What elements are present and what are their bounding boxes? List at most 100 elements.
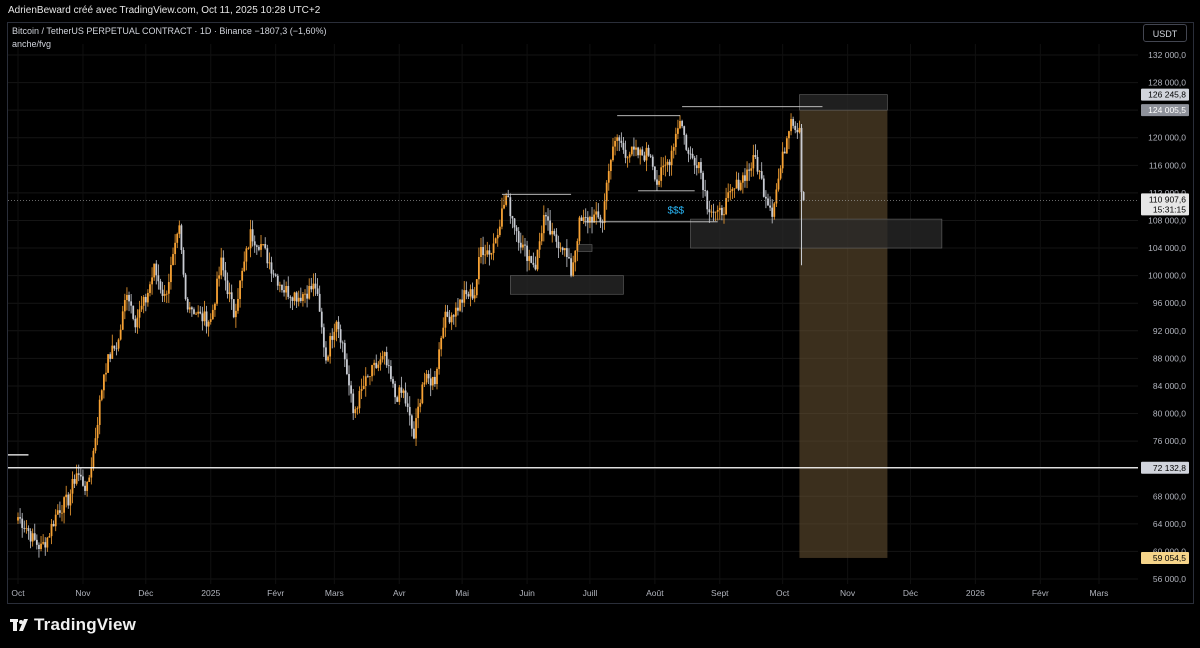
candle-body: [400, 387, 403, 393]
candle-body: [226, 280, 229, 295]
candle-body: [748, 169, 751, 171]
candle-body: [366, 376, 369, 378]
candlestick-series: [17, 113, 805, 558]
candle-body: [408, 406, 411, 416]
candle-body: [620, 140, 623, 143]
candle-body: [142, 296, 145, 306]
x-tick-label: Oct: [11, 588, 25, 598]
candle-body: [119, 329, 122, 340]
candle-body: [511, 216, 514, 219]
candle-body: [526, 245, 528, 261]
candle-body: [714, 211, 717, 213]
candle-body: [677, 128, 679, 134]
candle-body: [190, 307, 193, 310]
candle-body: [293, 292, 296, 301]
y-tick-label: 108 000,0: [1148, 215, 1186, 225]
candle-body: [96, 424, 99, 439]
candle-body: [595, 211, 598, 215]
candle-body: [369, 376, 371, 378]
candle-body: [582, 217, 585, 221]
candle-body: [727, 192, 730, 199]
target-zone[interactable]: [799, 110, 888, 558]
candle-body: [773, 203, 776, 217]
indicator-legend[interactable]: anche/fvg: [12, 39, 51, 49]
candle-body: [700, 162, 702, 173]
candle-body: [785, 138, 788, 154]
candle-body: [105, 372, 107, 375]
candle-body: [549, 220, 552, 235]
x-tick-label: Déc: [903, 588, 919, 598]
fvg-box[interactable]: [690, 218, 943, 249]
candle-body: [109, 354, 112, 359]
candle-body: [679, 120, 681, 129]
candle-body: [457, 307, 459, 311]
y-tick-label: 88 000,0: [1153, 353, 1186, 363]
candle-body: [172, 254, 174, 265]
candle-body: [291, 297, 294, 301]
candle-body: [253, 241, 256, 246]
candle-body: [425, 373, 428, 383]
candle-body: [708, 209, 711, 213]
candle-body: [343, 343, 346, 360]
drawing-overlays[interactable]: [510, 94, 943, 558]
candle-body: [86, 482, 89, 491]
price-chart[interactable]: $$$ 132 000,0128 000,0124 000,0120 000,0…: [0, 0, 1200, 648]
candle-body: [402, 390, 405, 393]
candle-body: [618, 137, 621, 141]
candle-body: [570, 258, 572, 276]
candle-body: [35, 539, 38, 545]
candle-body: [471, 289, 474, 299]
candle-body: [61, 512, 63, 514]
candle-body: [563, 248, 566, 251]
candle-body: [452, 315, 455, 317]
time-axis[interactable]: Oct Nov Déc 2025 Févr Mars Avr Mai Juin Juill Août…: [11, 588, 1108, 598]
candle-body: [737, 179, 740, 190]
candle-body: [509, 197, 512, 217]
candle-body: [540, 233, 543, 242]
candle-body: [498, 226, 501, 236]
symbol-legend[interactable]: Bitcoin / TetherUS PERPETUAL CONTRACT · …: [12, 26, 327, 36]
candle-body: [207, 321, 210, 327]
currency-button[interactable]: USDT: [1143, 24, 1187, 42]
candle-body: [65, 494, 68, 498]
fvg-box[interactable]: [577, 244, 593, 252]
candle-body: [796, 129, 799, 133]
candle-body: [530, 256, 533, 263]
candle-body: [693, 157, 696, 166]
candle-body: [390, 366, 392, 380]
candle-body: [653, 166, 656, 180]
x-tick-label: 2025: [201, 588, 220, 598]
candle-body: [446, 311, 449, 317]
x-tick-label: Déc: [138, 588, 154, 598]
x-tick-label: Nov: [840, 588, 856, 598]
candle-body: [501, 208, 503, 227]
candle-body: [695, 165, 698, 169]
candle-body: [553, 230, 556, 235]
candle-body: [739, 182, 742, 190]
price-tag-high: 126 245,8: [1148, 90, 1186, 100]
candle-body: [568, 257, 570, 259]
candle-body: [534, 264, 537, 270]
price-axis[interactable]: 132 000,0128 000,0124 000,0120 000,0116 …: [1148, 50, 1186, 584]
candle-body: [519, 242, 522, 248]
candle-body: [626, 157, 629, 159]
candle-body: [329, 336, 332, 357]
candle-body: [322, 327, 325, 348]
candle-body: [128, 294, 130, 302]
candle-body: [490, 252, 493, 255]
candle-body: [580, 217, 583, 221]
candle-body: [729, 191, 732, 193]
candle-body: [750, 168, 753, 171]
candle-body: [379, 359, 382, 365]
fvg-box[interactable]: [510, 275, 624, 295]
fvg-box[interactable]: [799, 94, 888, 111]
candle-body: [140, 305, 143, 310]
candle-body: [71, 479, 74, 494]
candle-body: [170, 264, 172, 283]
candle-body: [161, 289, 164, 296]
symbol-title: Bitcoin / TetherUS PERPETUAL CONTRACT · …: [12, 26, 252, 36]
candle-body: [117, 339, 120, 349]
candle-body: [473, 295, 476, 299]
candle-body: [427, 373, 430, 379]
x-tick-label: Févr: [1032, 588, 1049, 598]
